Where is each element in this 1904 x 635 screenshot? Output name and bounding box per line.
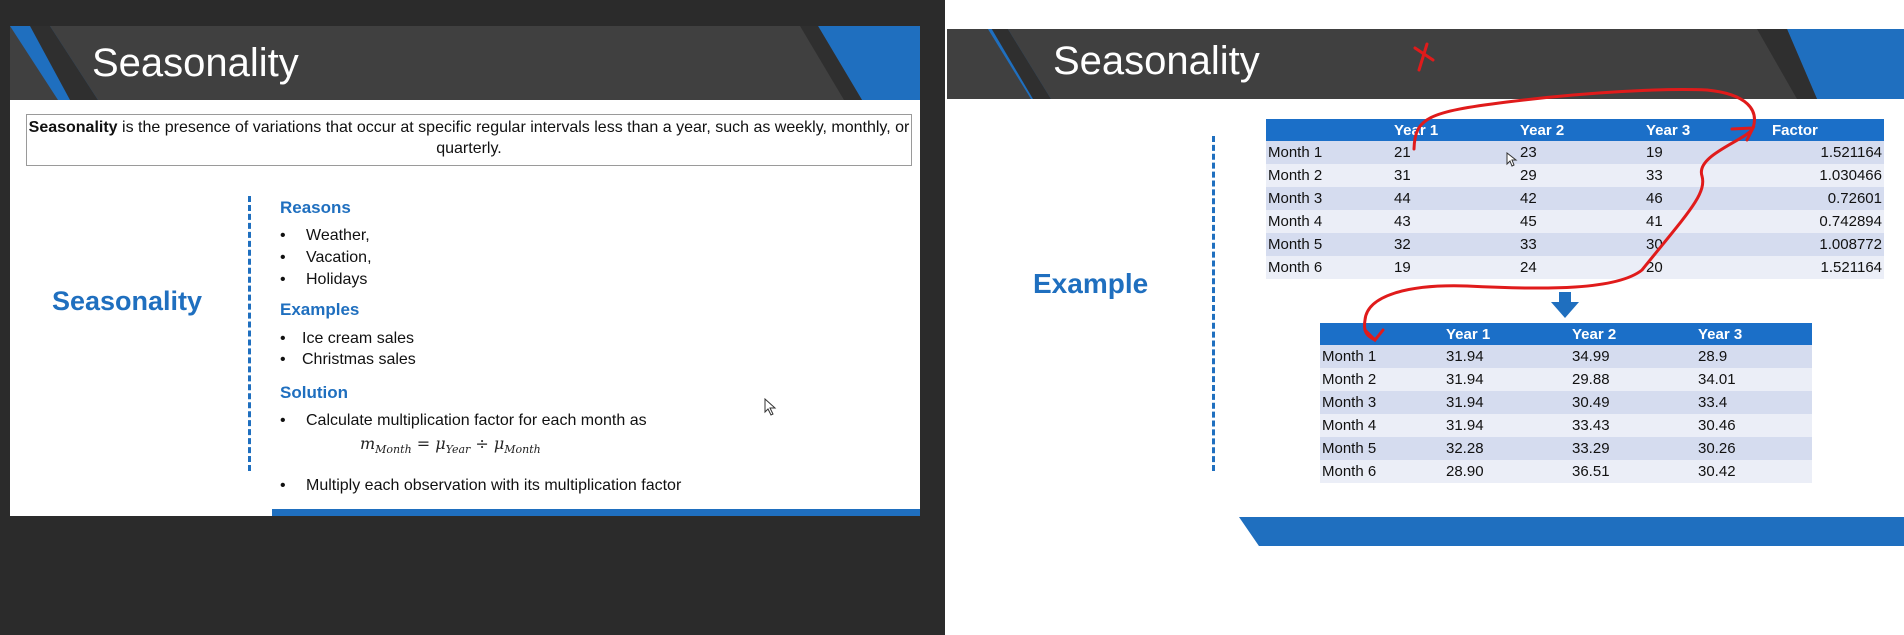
section-heading-solution: Solution xyxy=(280,383,348,402)
section-heading-examples: Examples xyxy=(280,300,360,319)
definition-text: is the presence of variations that occur… xyxy=(117,119,910,157)
list-item: • Weather, xyxy=(280,227,370,244)
slide-left: Seasonality Seasonality is the presence … xyxy=(10,26,920,516)
red-pen-annotation xyxy=(1363,42,1756,343)
list-item: • Vacation, xyxy=(280,249,372,266)
list-item: • Calculate multiplication factor for eac… xyxy=(280,412,647,429)
mouse-pointer-icon xyxy=(764,398,777,416)
mouse-pointer-icon xyxy=(1506,152,1518,167)
section-heading-reasons: Reasons xyxy=(280,198,351,217)
definition-term: Seasonality xyxy=(28,119,118,136)
multiplication-factor-formula: mMonth = μYear ÷ μMonth xyxy=(360,434,541,457)
slide-right: Seasonality Example Year 1 Year 2 Year 3… xyxy=(947,0,1904,557)
list-item: • Christmas sales xyxy=(280,351,416,368)
slide-title: Seasonality xyxy=(92,41,299,85)
side-label: Seasonality xyxy=(52,286,203,316)
dashed-divider xyxy=(248,196,251,471)
bottom-accent-band xyxy=(272,509,920,516)
list-item: • Holidays xyxy=(280,271,368,288)
list-item: • Multiply each observation with its mult… xyxy=(280,477,682,494)
definition-box: Seasonality is the presence of variation… xyxy=(26,114,912,166)
list-item: • Ice cream sales xyxy=(280,330,415,347)
